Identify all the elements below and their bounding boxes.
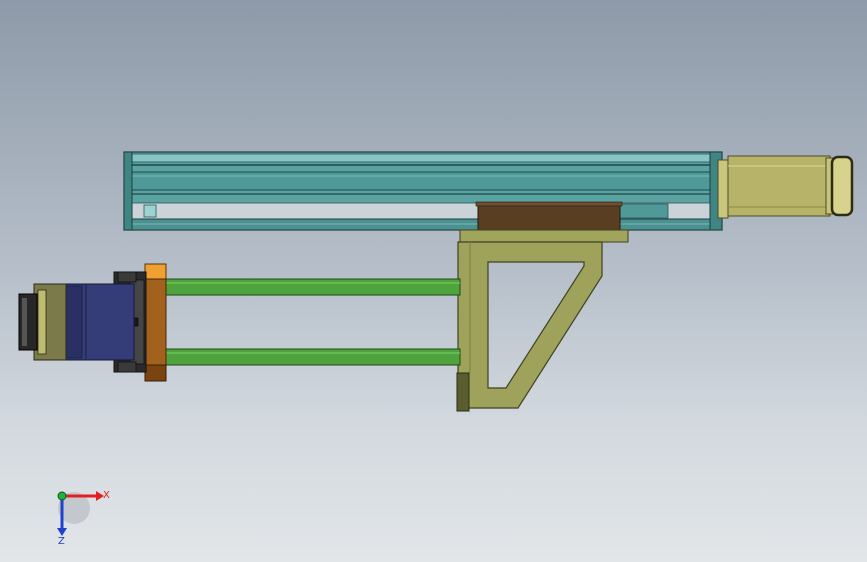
linear-rail-module[interactable]: [123, 151, 723, 231]
rail-top-profile: [125, 153, 721, 163]
cylinder-flange[interactable]: [144, 263, 167, 382]
coordinate-triad[interactable]: X Z: [57, 490, 110, 547]
motor-encoder-cap[interactable]: [18, 293, 38, 351]
flange-top-tab: [144, 263, 167, 280]
motor-connector[interactable]: [830, 155, 854, 217]
guide-rod-upper[interactable]: [163, 278, 461, 296]
linear-actuator-assembly[interactable]: X Z: [0, 0, 867, 562]
rail-center-band: [131, 171, 713, 191]
z-axis-label: Z: [58, 536, 65, 547]
motor-rear-collar: [37, 289, 47, 355]
motor-adapter: [717, 159, 729, 219]
bracket-frame[interactable]: [457, 241, 603, 409]
z-axis-arrowhead: [57, 528, 67, 536]
carriage-block[interactable]: [477, 203, 621, 233]
motor-encoder-highlight: [22, 298, 27, 346]
left-stop-block: [143, 204, 157, 218]
cylinder-head-bottom: [117, 361, 137, 373]
guide-rod-lower[interactable]: [163, 348, 461, 366]
left-end-cap[interactable]: [123, 151, 133, 231]
right-stop-block: [617, 203, 669, 219]
cad-viewport[interactable]: X Z: [0, 0, 867, 562]
bracket-top-plate[interactable]: [459, 229, 629, 243]
carriage-slider: [475, 201, 623, 207]
flange-bottom-tab: [144, 364, 167, 382]
rail-drive-motor[interactable]: [717, 155, 854, 219]
x-axis-label: X: [103, 490, 110, 501]
y-axis-dot: [57, 491, 67, 501]
mounting-bracket[interactable]: [456, 229, 629, 412]
cylinder-head-top: [117, 271, 137, 283]
flange-plate[interactable]: [144, 278, 167, 366]
cylinder-motor[interactable]: [18, 283, 135, 361]
motor-body-shade: [65, 285, 83, 359]
bracket-foot: [456, 372, 470, 412]
